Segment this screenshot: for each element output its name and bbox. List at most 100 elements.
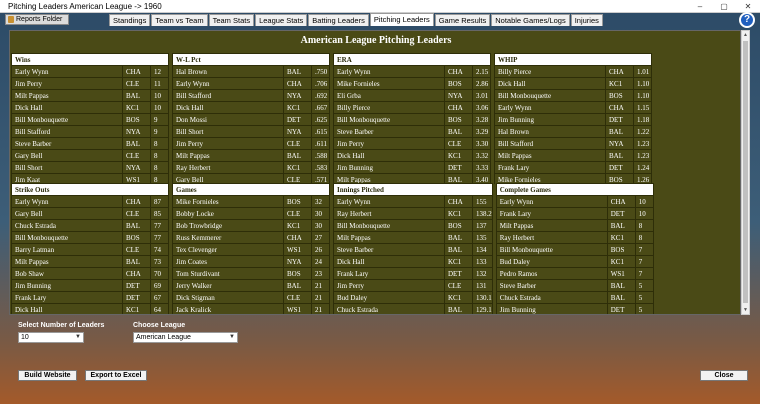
leader-name: Chuck Estrada xyxy=(333,303,445,314)
window-controls: – ▢ ✕ xyxy=(688,0,760,13)
tab-pitching-leaders[interactable]: Pitching Leaders xyxy=(369,13,434,26)
category-header: Strike Outs xyxy=(11,183,169,196)
leader-value: 64 xyxy=(150,303,169,314)
category-header: Games xyxy=(172,183,330,196)
leader-name: Jim Perry xyxy=(333,137,445,150)
tab-game-results[interactable]: Game Results xyxy=(434,14,491,26)
category-header: Innings Pitched xyxy=(333,183,493,196)
leader-name: Chuck Estrada xyxy=(11,219,123,232)
leader-value: 2.15 xyxy=(472,65,491,78)
category-header-row: Strike Outs Games Innings Pitched Complete … xyxy=(11,183,654,196)
chevron-down-icon: ▼ xyxy=(75,334,81,340)
leader-value: 7 xyxy=(634,243,654,256)
leader-value: 8 xyxy=(150,137,169,150)
close-button[interactable]: Close xyxy=(700,370,748,381)
leader-team: KC1 xyxy=(283,161,312,174)
league-label: Choose League xyxy=(133,322,186,329)
tab-team-stats[interactable]: Team Stats xyxy=(208,14,255,26)
league-select[interactable]: American League ▼ xyxy=(133,332,238,343)
close-window-icon[interactable]: ✕ xyxy=(736,0,760,13)
leader-value: 2.86 xyxy=(472,77,491,90)
tab-league-stats[interactable]: League Stats xyxy=(255,14,308,26)
leader-team: CHA xyxy=(605,65,634,78)
maximize-icon[interactable]: ▢ xyxy=(712,0,736,13)
table-row: Jim Perry CLE 11 Early Wynn CHA .706 Mike Forn… xyxy=(11,77,652,90)
leader-name: Bill Monbouquette xyxy=(333,219,445,232)
leader-value: 8 xyxy=(150,161,169,174)
leader-value: 1.22 xyxy=(633,125,652,138)
leader-name: Tom Sturdivant xyxy=(172,267,284,280)
leader-value: 129.1 xyxy=(472,303,493,314)
leader-name: Eli Grba xyxy=(333,89,445,102)
leader-value: 12 xyxy=(150,65,169,78)
tab-injuries[interactable]: Injuries xyxy=(570,14,603,26)
report-scrollbar[interactable]: ▲ ▼ xyxy=(741,30,750,315)
leader-name: Dick Hall xyxy=(11,303,123,314)
leader-name: Steve Barber xyxy=(495,279,608,292)
leader-team: BAL xyxy=(444,243,473,256)
leader-name: Bill Short xyxy=(172,125,284,138)
table-row: Chuck Estrada BAL 77 Bob Trowbridge KC1 30 Bil… xyxy=(11,219,654,232)
leader-value: 26 xyxy=(311,243,330,256)
scroll-up-icon[interactable]: ▲ xyxy=(742,31,749,39)
leader-team: CHA xyxy=(444,101,473,114)
scroll-thumb[interactable] xyxy=(743,41,748,303)
leader-team: DET xyxy=(606,207,636,220)
leader-value: 30 xyxy=(311,207,330,220)
leader-team: BOS xyxy=(444,219,473,232)
export-excel-button[interactable]: Export to Excel xyxy=(85,370,147,381)
leader-team: BAL xyxy=(605,125,634,138)
tab-batting-leaders[interactable]: Batting Leaders xyxy=(308,14,369,26)
leader-team: BOS xyxy=(122,113,151,126)
leader-team: DET xyxy=(444,161,473,174)
leader-name: Bob Shaw xyxy=(11,267,123,280)
leader-name: Jim Perry xyxy=(333,279,445,292)
leader-name: Early Wynn xyxy=(11,195,123,208)
leader-name: Dick Hall xyxy=(333,149,445,162)
scroll-down-icon[interactable]: ▼ xyxy=(742,306,749,314)
leader-team: KC1 xyxy=(283,101,312,114)
report-panel: American League Pitching Leaders Wins W-L… xyxy=(9,30,741,315)
leader-value: 130.1 xyxy=(472,291,493,304)
leader-value: 1.10 xyxy=(633,89,652,102)
leader-team: CLE xyxy=(122,149,151,162)
table-row: Bill Stafford NYA 9 Bill Short NYA .615 Steve … xyxy=(11,125,652,138)
leader-value: 1.23 xyxy=(633,137,652,150)
category-header: WHIP xyxy=(494,53,652,66)
leader-name: Bob Trowbridge xyxy=(172,219,284,232)
category-header: ERA xyxy=(333,53,491,66)
leader-value: 21 xyxy=(311,279,330,292)
leader-value: 1.24 xyxy=(633,161,652,174)
leader-value: 155 xyxy=(472,195,493,208)
reports-folder-button[interactable]: Reports Folder xyxy=(5,14,69,25)
leader-value: 3.06 xyxy=(472,101,491,114)
leader-value: 32 xyxy=(311,195,330,208)
leader-value: 77 xyxy=(150,231,169,244)
leader-name: Jim Bunning xyxy=(495,303,608,314)
tab-notable-games-logs[interactable]: Notable Games/Logs xyxy=(491,14,570,26)
leader-value: 8 xyxy=(634,231,654,244)
leader-value: 8 xyxy=(634,219,654,232)
build-website-button[interactable]: Build Website xyxy=(18,370,77,381)
leader-name: Jack Kralick xyxy=(172,303,284,314)
leader-team: DET xyxy=(605,161,634,174)
leaders-count-select[interactable]: 10 ▼ xyxy=(18,332,84,343)
category-header: W-L Pct xyxy=(172,53,330,66)
leader-name: Dick Stigman xyxy=(172,291,284,304)
leader-team: CHA xyxy=(444,195,473,208)
minimize-icon[interactable]: – xyxy=(688,0,712,13)
help-icon[interactable]: ? xyxy=(739,12,755,28)
tab-standings[interactable]: Standings xyxy=(109,14,151,26)
leader-value: 85 xyxy=(150,207,169,220)
leader-value: 3.30 xyxy=(472,137,491,150)
leader-team: NYA xyxy=(122,161,151,174)
leader-value: 3.28 xyxy=(472,113,491,126)
report-tabs: Standings Team vs Team Team Stats League St… xyxy=(109,13,604,26)
leader-name: Frank Lary xyxy=(494,161,606,174)
leader-team: CLE xyxy=(444,279,473,292)
leader-value: 135 xyxy=(472,231,493,244)
leader-team: CLE xyxy=(122,243,151,256)
leader-value: 138.2 xyxy=(472,207,493,220)
leader-value: 1.15 xyxy=(633,101,652,114)
tab-team-vs-team[interactable]: Team vs Team xyxy=(151,14,208,26)
